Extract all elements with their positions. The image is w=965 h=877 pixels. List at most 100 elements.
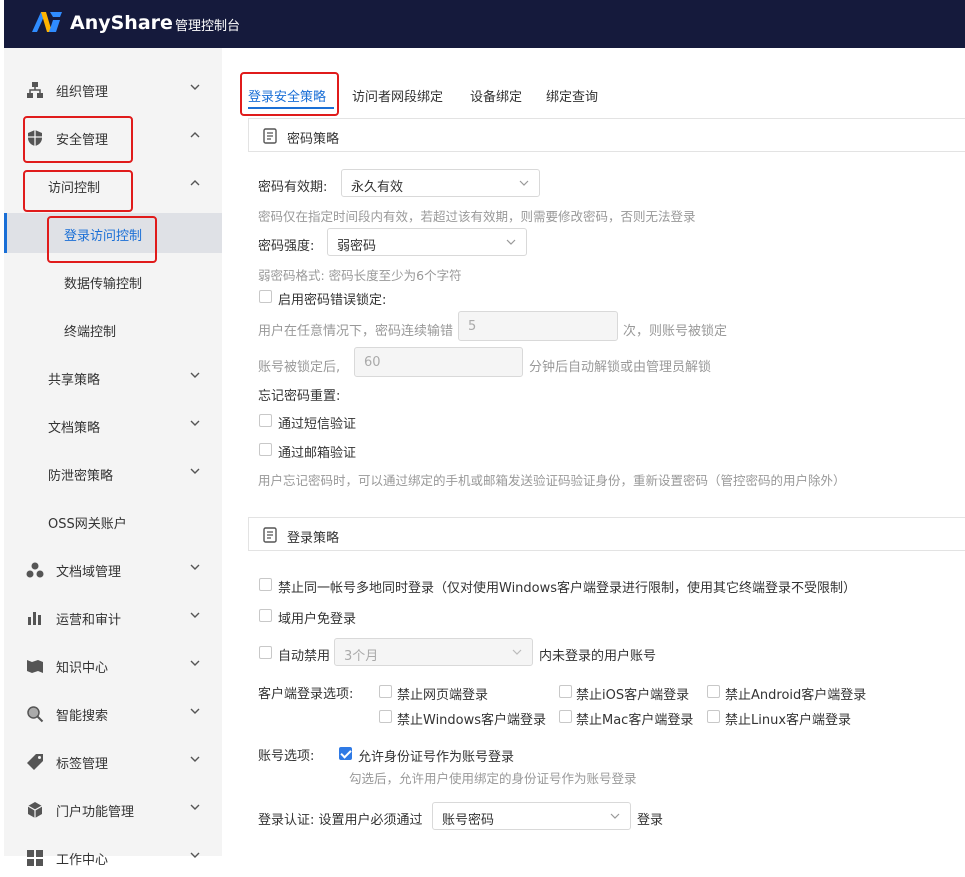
sidebar-item-label: 知识中心 (56, 661, 109, 676)
anyshare-logo-icon (32, 12, 62, 32)
account-options-label: 账号选项: (258, 749, 315, 764)
locked-text-after: 分钟后自动解锁或由管理员解锁 (529, 360, 712, 375)
auto-disable-checkbox[interactable] (259, 646, 272, 659)
bar-chart-icon (28, 612, 41, 625)
client-option-label: 禁止Linux客户端登录 (725, 713, 852, 728)
sidebar-item-label: OSS网关账户 (48, 517, 127, 532)
sidebar-item-dlp-policy[interactable]: 防泄密策略 (4, 453, 222, 493)
sidebar-item-label: 文档策略 (48, 421, 101, 436)
chevron-up-icon (190, 132, 200, 138)
id-login-label: 允许身份证号作为账号登录 (358, 750, 515, 765)
disable-web-login-checkbox[interactable] (379, 685, 392, 698)
lockout-text: 用户在任意情况下，密码连续输错 (258, 324, 454, 339)
sidebar-item-label: 智能搜索 (56, 709, 109, 724)
tag-icon (27, 754, 43, 770)
grid-icon (27, 850, 43, 866)
client-option-label: 禁止Android客户端登录 (725, 688, 867, 703)
single-login-checkbox[interactable] (259, 578, 272, 591)
chevron-down-icon (190, 612, 200, 618)
sidebar-item-work-center[interactable]: 工作中心 (4, 837, 222, 877)
disable-mac-login-checkbox[interactable] (559, 710, 572, 723)
document-icon (263, 128, 277, 144)
lockout-attempts-input[interactable]: 5 (458, 311, 618, 341)
chevron-down-icon (190, 852, 200, 858)
console-title: 管理控制台 (175, 19, 241, 34)
top-bar: AnyShare 管理控制台 (4, 0, 965, 48)
domain-free-login-checkbox[interactable] (259, 609, 272, 622)
sidebar-item-label: 文档域管理 (56, 565, 122, 580)
sidebar-item-org[interactable]: 组织管理 (4, 69, 222, 109)
sidebar-item-label: 标签管理 (56, 757, 109, 772)
sidebar-item-label: 工作中心 (56, 853, 109, 868)
highlight-box (47, 216, 157, 263)
disable-windows-login-checkbox[interactable] (379, 710, 392, 723)
lockout-attempts-value: 5 (468, 319, 477, 334)
active-indicator (4, 213, 7, 253)
tab-device-binding[interactable]: 设备绑定 (470, 86, 522, 105)
sidebar-item-share-policy[interactable]: 共享策略 (4, 357, 222, 397)
sidebar-item-label: 防泄密策略 (48, 469, 114, 484)
sidebar-item-label: 运营和审计 (56, 613, 122, 628)
validity-label: 密码有效期: (258, 180, 328, 195)
auto-disable-value: 3个月 (344, 649, 379, 664)
unlock-minutes-value: 60 (364, 355, 381, 370)
sidebar-item-oss-gateway[interactable]: OSS网关账户 (4, 501, 222, 541)
cube-icon (27, 802, 43, 818)
sidebar-item-knowledge-center[interactable]: 知识中心 (4, 645, 222, 685)
auto-disable-select[interactable]: 3个月 (334, 638, 533, 666)
tab-binding-query[interactable]: 绑定查询 (546, 86, 598, 105)
auth-label: 登录认证: 设置用户必须通过 (258, 813, 423, 828)
sms-checkbox[interactable] (259, 414, 272, 427)
sidebar-item-operation-audit[interactable]: 运营和审计 (4, 597, 222, 637)
domain-free-login-label: 域用户免登录 (278, 612, 357, 627)
client-option-label: 禁止iOS客户端登录 (576, 688, 690, 703)
email-checkbox[interactable] (259, 443, 272, 456)
chevron-down-icon (190, 564, 200, 570)
section-title: 密码策略 (287, 132, 340, 147)
id-login-checkbox[interactable] (339, 747, 352, 760)
auth-method-value: 账号密码 (442, 813, 495, 828)
unlock-minutes-input[interactable]: 60 (354, 347, 523, 377)
disable-ios-login-checkbox[interactable] (559, 685, 572, 698)
strength-select[interactable]: 弱密码 (327, 228, 527, 256)
client-option-label: 禁止Windows客户端登录 (397, 713, 547, 728)
chevron-down-icon (512, 649, 522, 655)
sidebar-item-label: 数据传输控制 (64, 277, 143, 292)
org-chart-icon (27, 82, 43, 98)
email-label: 通过邮箱验证 (278, 446, 357, 461)
tab-visitor-network-binding[interactable]: 访问者网段绑定 (352, 86, 443, 105)
highlight-box (23, 170, 133, 212)
lockout-checkbox[interactable] (259, 290, 272, 303)
disable-android-login-checkbox[interactable] (707, 685, 720, 698)
auth-method-select[interactable]: 账号密码 (432, 802, 631, 830)
auto-disable-label: 自动禁用 (278, 649, 331, 664)
single-login-label: 禁止同一帐号多地同时登录（仅对使用Windows客户端登录进行限制，使用其它终端… (278, 581, 857, 596)
sms-label: 通过短信验证 (278, 417, 357, 432)
sidebar-item-smart-search[interactable]: 智能搜索 (4, 693, 222, 733)
document-icon (263, 527, 277, 543)
strength-hint: 弱密码格式: 密码长度至少为6个字符 (258, 268, 462, 283)
sidebar-item-data-transfer-control[interactable]: 数据传输控制 (4, 261, 222, 301)
lockout-text-after: 次，则账号被锁定 (623, 324, 728, 339)
password-policy-header: 密码策略 (248, 118, 965, 152)
tab-login-security-policy[interactable]: 登录安全策略 (248, 86, 326, 105)
sidebar-item-doc-domain[interactable]: 文档域管理 (4, 549, 222, 589)
chevron-up-icon (190, 180, 200, 186)
chevron-down-icon (506, 239, 516, 245)
active-tab-indicator (248, 107, 334, 109)
locked-text: 账号被锁定后, (258, 360, 341, 375)
highlight-box (23, 116, 133, 163)
client-options-label: 客户端登录选项: (258, 687, 354, 702)
validity-select[interactable]: 永久有效 (341, 169, 540, 197)
chevron-down-icon (190, 84, 200, 90)
client-option-label: 禁止网页端登录 (397, 688, 489, 703)
sidebar-item-tag-management[interactable]: 标签管理 (4, 741, 222, 781)
sidebar-item-portal-features[interactable]: 门户功能管理 (4, 789, 222, 829)
chevron-down-icon (190, 420, 200, 426)
sidebar-item-document-policy[interactable]: 文档策略 (4, 405, 222, 445)
disable-linux-login-checkbox[interactable] (707, 710, 720, 723)
sidebar-item-terminal-control[interactable]: 终端控制 (4, 309, 222, 349)
chevron-down-icon (190, 756, 200, 762)
sidebar-item-label: 组织管理 (56, 85, 109, 100)
reset-label: 忘记密码重置: (258, 389, 341, 404)
